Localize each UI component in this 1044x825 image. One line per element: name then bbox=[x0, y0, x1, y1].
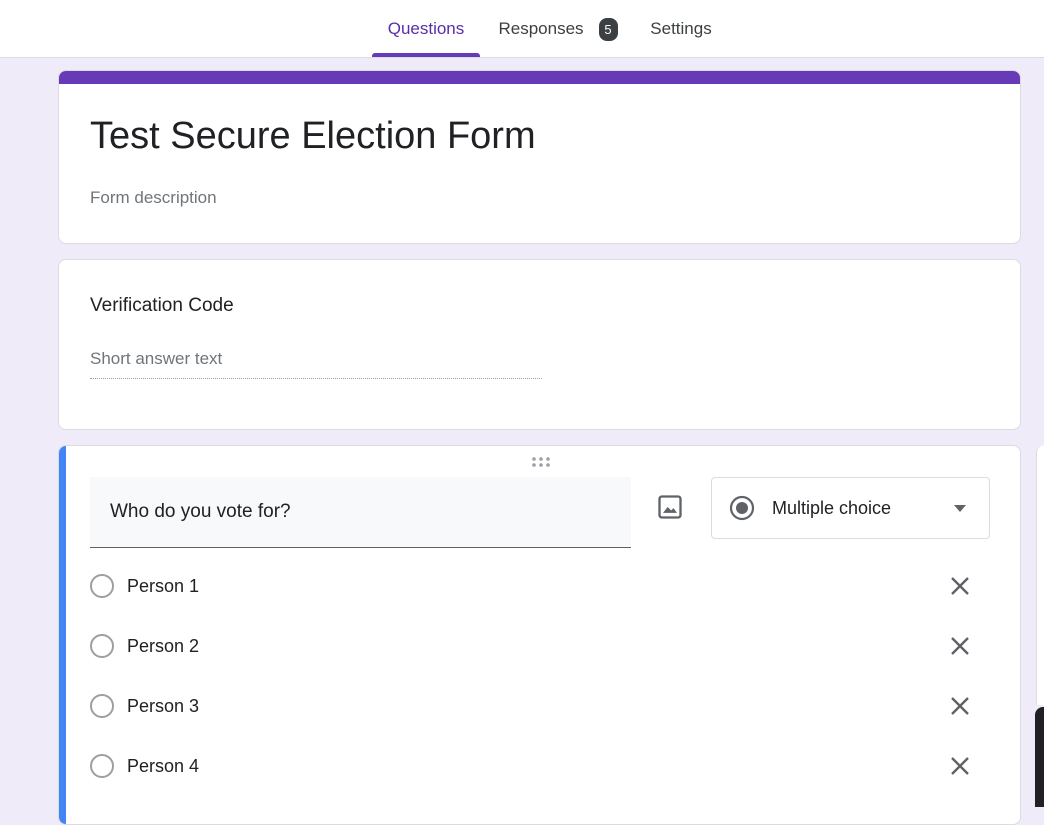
add-image-icon[interactable] bbox=[656, 493, 684, 521]
question-title: Verification Code bbox=[90, 295, 234, 316]
option-label[interactable]: Person 3 bbox=[127, 696, 199, 717]
form-description-field[interactable]: Form description bbox=[90, 188, 217, 208]
option-label[interactable]: Person 1 bbox=[127, 576, 199, 597]
active-question-indicator bbox=[59, 446, 66, 824]
tab-settings[interactable]: Settings bbox=[636, 0, 726, 58]
side-toolbar-edge bbox=[1036, 445, 1044, 705]
question-card-vote[interactable]: Who do you vote for? Multiple choice Per… bbox=[58, 445, 1021, 825]
close-icon[interactable] bbox=[946, 692, 974, 720]
header-accent-bar bbox=[59, 71, 1020, 84]
chevron-down-icon bbox=[954, 505, 966, 512]
radio-button-icon bbox=[90, 754, 114, 778]
question-type-label: Multiple choice bbox=[772, 498, 892, 518]
option-label[interactable]: Person 4 bbox=[127, 756, 199, 777]
close-icon[interactable] bbox=[946, 752, 974, 780]
option-row[interactable]: Person 2 bbox=[90, 626, 990, 666]
active-tab-indicator bbox=[372, 53, 480, 57]
tab-responses-label: Responses bbox=[498, 19, 584, 38]
option-row[interactable]: Person 3 bbox=[90, 686, 990, 726]
radio-button-icon bbox=[90, 574, 114, 598]
responses-count-badge: 5 bbox=[598, 17, 618, 41]
floating-panel-edge bbox=[1035, 707, 1044, 807]
question-card-verification[interactable]: Verification Code Short answer text bbox=[58, 259, 1021, 430]
option-row[interactable]: Person 4 bbox=[90, 746, 990, 786]
option-row[interactable]: Person 1 bbox=[90, 566, 990, 606]
form-header-card: Test Secure Election Form Form descripti… bbox=[58, 70, 1021, 244]
tab-settings-label: Settings bbox=[650, 19, 712, 38]
question-type-dropdown[interactable]: Multiple choice bbox=[711, 477, 990, 539]
close-icon[interactable] bbox=[946, 632, 974, 660]
option-label[interactable]: Person 2 bbox=[127, 636, 199, 657]
tab-questions[interactable]: Questions bbox=[372, 0, 480, 58]
radio-button-icon bbox=[90, 694, 114, 718]
top-tab-bar: Questions Responses 5 Settings bbox=[0, 0, 1044, 58]
short-answer-placeholder: Short answer text bbox=[90, 349, 542, 379]
radio-button-icon bbox=[729, 495, 755, 521]
close-icon[interactable] bbox=[946, 572, 974, 600]
form-title[interactable]: Test Secure Election Form bbox=[90, 115, 536, 158]
tab-questions-label: Questions bbox=[387, 19, 465, 38]
drag-handle-icon[interactable] bbox=[529, 456, 553, 468]
radio-button-icon bbox=[90, 634, 114, 658]
tab-responses[interactable]: Responses 5 bbox=[488, 0, 628, 58]
question-title-input[interactable]: Who do you vote for? bbox=[90, 477, 631, 548]
